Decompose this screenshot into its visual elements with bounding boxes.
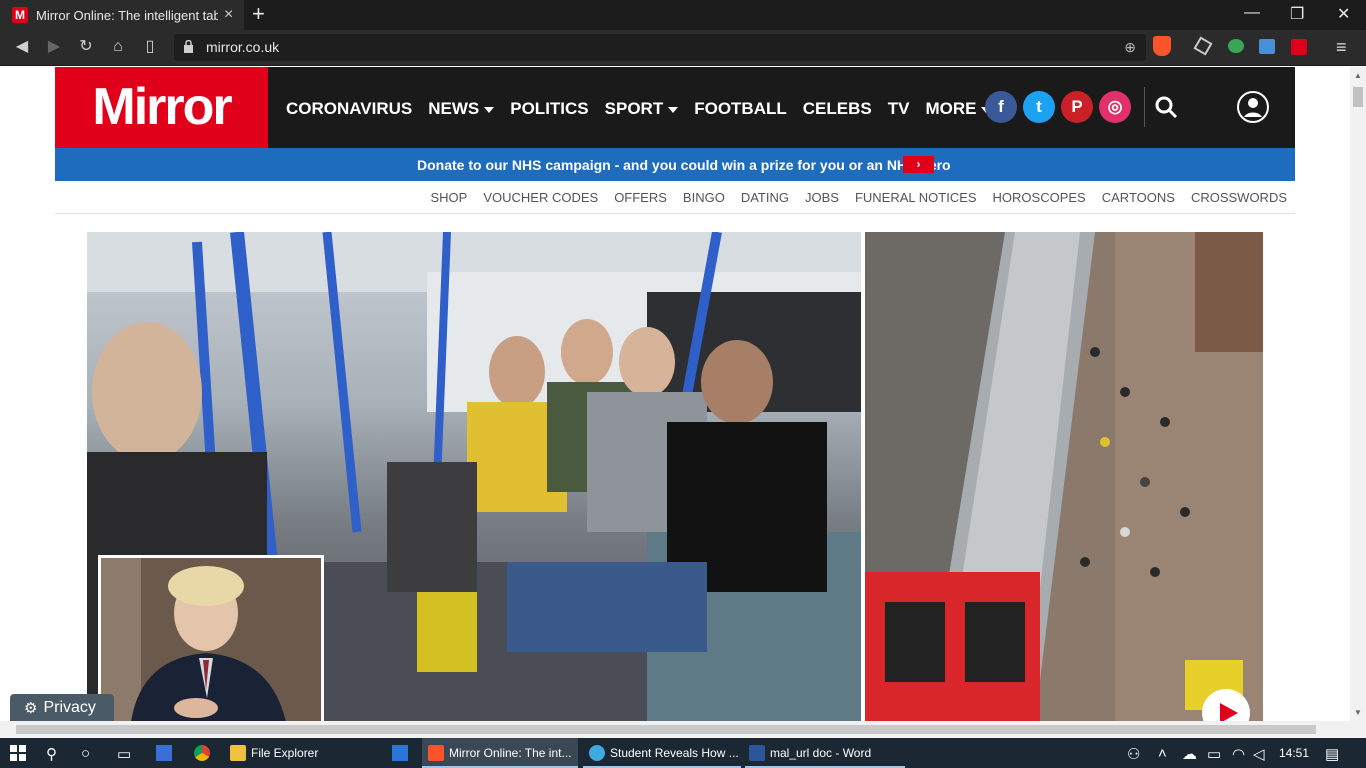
vertical-scrollbar[interactable]: ▲ ▼ (1350, 67, 1366, 721)
url-text: mirror.co.uk (206, 39, 280, 55)
mirror-logo[interactable]: Mirror (55, 67, 268, 148)
banner-text: Donate to our NHS campaign - and you cou… (417, 157, 951, 173)
taskbar-app-brave[interactable]: Mirror Online: The int... (422, 738, 578, 768)
nav-politics[interactable]: POLITICS (510, 99, 588, 119)
facebook-icon[interactable]: f (985, 91, 1017, 123)
lock-icon (184, 40, 193, 53)
notifications-icon[interactable]: ▤ (1325, 745, 1339, 763)
zoom-icon[interactable]: ⊕ (1124, 39, 1136, 56)
subnav-jobs[interactable]: JOBS (805, 190, 839, 205)
mirror-favicon-icon: M (12, 7, 28, 23)
subnav-offers[interactable]: OFFERS (614, 190, 667, 205)
station-platform-illustration (865, 232, 1263, 721)
menu-icon[interactable]: ≡ (1336, 37, 1347, 58)
address-bar[interactable]: mirror.co.uk ⊕ (174, 34, 1146, 61)
nav-divider (1144, 87, 1145, 127)
privacy-label: Privacy (43, 699, 96, 716)
nav-coronavirus[interactable]: CORONAVIRUS (286, 99, 412, 119)
taskbar-app-edge[interactable]: Student Reveals How ... (583, 738, 741, 768)
nav-more[interactable]: MORE (925, 99, 992, 119)
extension-red-icon[interactable] (1291, 39, 1307, 55)
close-window-icon[interactable]: ✕ (1337, 4, 1350, 24)
scrollbar-thumb[interactable] (1353, 87, 1363, 107)
store-icon[interactable] (156, 745, 172, 761)
browser-tab-active[interactable]: M Mirror Online: The intelligent tablo × (0, 0, 244, 30)
volume-muted-icon[interactable]: ◁ (1253, 745, 1265, 763)
forward-icon[interactable]: ▶ (44, 38, 64, 56)
nav-celebs[interactable]: CELEBS (803, 99, 872, 119)
subnav-cartoons[interactable]: CARTOONS (1102, 190, 1175, 205)
scroll-down-icon[interactable]: ▼ (1354, 708, 1362, 717)
subnav-bingo[interactable]: BINGO (683, 190, 725, 205)
video-inset-thumbnail[interactable] (98, 555, 324, 721)
brave-icon (428, 745, 444, 761)
nav-football[interactable]: FOOTBALL (694, 99, 787, 119)
user-account-icon[interactable] (1237, 91, 1269, 123)
search-icon[interactable]: ⚲ (46, 745, 57, 763)
chrome-icon[interactable] (194, 745, 210, 761)
tab-title: Mirror Online: The intelligent tablo (36, 7, 218, 23)
mail-icon[interactable] (392, 745, 408, 761)
masthead: Mirror CORONAVIRUS NEWS POLITICS SPORT F… (55, 67, 1295, 148)
cloud-icon[interactable]: ☁ (1182, 745, 1197, 763)
brave-shields-icon[interactable] (1153, 36, 1171, 56)
back-icon[interactable]: ◀ (12, 38, 32, 56)
home-icon[interactable]: ⌂ (108, 38, 128, 56)
extension-box-icon[interactable] (1193, 36, 1213, 56)
nav-tv[interactable]: TV (888, 99, 910, 119)
word-icon (749, 745, 765, 761)
windows-taskbar: ⚲ ○ ▭ File Explorer Mirror Online: The i… (0, 738, 1366, 768)
windows-start-icon[interactable] (10, 745, 26, 761)
bookmark-icon[interactable]: ▯ (140, 38, 160, 56)
reload-icon[interactable]: ↻ (76, 38, 96, 56)
edge-icon (589, 745, 605, 761)
chevron-down-icon (484, 106, 495, 113)
hero-image-station-platform[interactable] (865, 232, 1263, 721)
translate-icon[interactable] (1259, 39, 1275, 54)
secondary-nav: SHOP VOUCHER CODES OFFERS BINGO DATING J… (55, 181, 1295, 214)
task-view-icon[interactable]: ▭ (117, 745, 131, 763)
horizontal-scrollbar-thumb[interactable] (16, 725, 1316, 734)
close-tab-icon[interactable]: × (224, 6, 233, 24)
search-icon[interactable] (1154, 95, 1178, 119)
webpage: Mirror CORONAVIRUS NEWS POLITICS SPORT F… (0, 67, 1350, 721)
subnav-crosswords[interactable]: CROSSWORDS (1191, 190, 1287, 205)
browser-toolbar: ◀ ▶ ↻ ⌂ ▯ mirror.co.uk ⊕ ≡ (0, 30, 1366, 66)
wifi-icon[interactable]: ◠ (1232, 745, 1245, 763)
banner-arrow-button[interactable]: › (903, 156, 934, 173)
video-frame-illustration (101, 558, 321, 721)
twitter-icon[interactable]: t (1023, 91, 1055, 123)
gear-icon: ⚙ (24, 700, 38, 717)
people-icon[interactable]: ⚇ (1127, 745, 1140, 763)
subnav-funeral-notices[interactable]: FUNERAL NOTICES (855, 190, 977, 205)
battery-icon[interactable]: ▭ (1207, 745, 1221, 763)
new-tab-button[interactable]: + (252, 3, 265, 25)
horizontal-scrollbar[interactable] (0, 721, 1366, 738)
chevron-up-icon[interactable]: ˄ (1158, 745, 1167, 762)
subnav-shop[interactable]: SHOP (430, 190, 467, 205)
scroll-up-icon[interactable]: ▲ (1354, 71, 1362, 80)
browser-tab-bar: M Mirror Online: The intelligent tablo ×… (0, 0, 1366, 30)
play-icon (1220, 703, 1238, 721)
instagram-icon[interactable]: ◎ (1099, 91, 1131, 123)
taskbar-app-word[interactable]: mal_url doc - Word (745, 738, 905, 768)
main-nav: CORONAVIRUS NEWS POLITICS SPORT FOOTBALL… (286, 99, 992, 119)
subnav-horoscopes[interactable]: HOROSCOPES (993, 190, 1086, 205)
system-clock[interactable]: 14:51 (1279, 746, 1309, 760)
extension-globe-icon[interactable] (1228, 39, 1244, 53)
nav-news[interactable]: NEWS (428, 99, 495, 119)
folder-icon (230, 745, 246, 761)
video-play-button[interactable] (1202, 689, 1250, 721)
minimize-icon[interactable]: — (1244, 4, 1260, 22)
subnav-dating[interactable]: DATING (741, 190, 789, 205)
subnav-voucher-codes[interactable]: VOUCHER CODES (483, 190, 598, 205)
taskbar-app-file-explorer[interactable]: File Explorer (224, 738, 384, 768)
cortana-icon[interactable]: ○ (81, 745, 90, 762)
chevron-down-icon (668, 106, 679, 113)
privacy-settings-button[interactable]: ⚙ Privacy (10, 694, 114, 721)
nhs-campaign-banner[interactable]: Donate to our NHS campaign - and you cou… (55, 148, 1295, 181)
restore-icon[interactable]: ❐ (1290, 4, 1304, 24)
pinterest-icon[interactable]: P (1061, 91, 1093, 123)
nav-sport[interactable]: SPORT (605, 99, 679, 119)
